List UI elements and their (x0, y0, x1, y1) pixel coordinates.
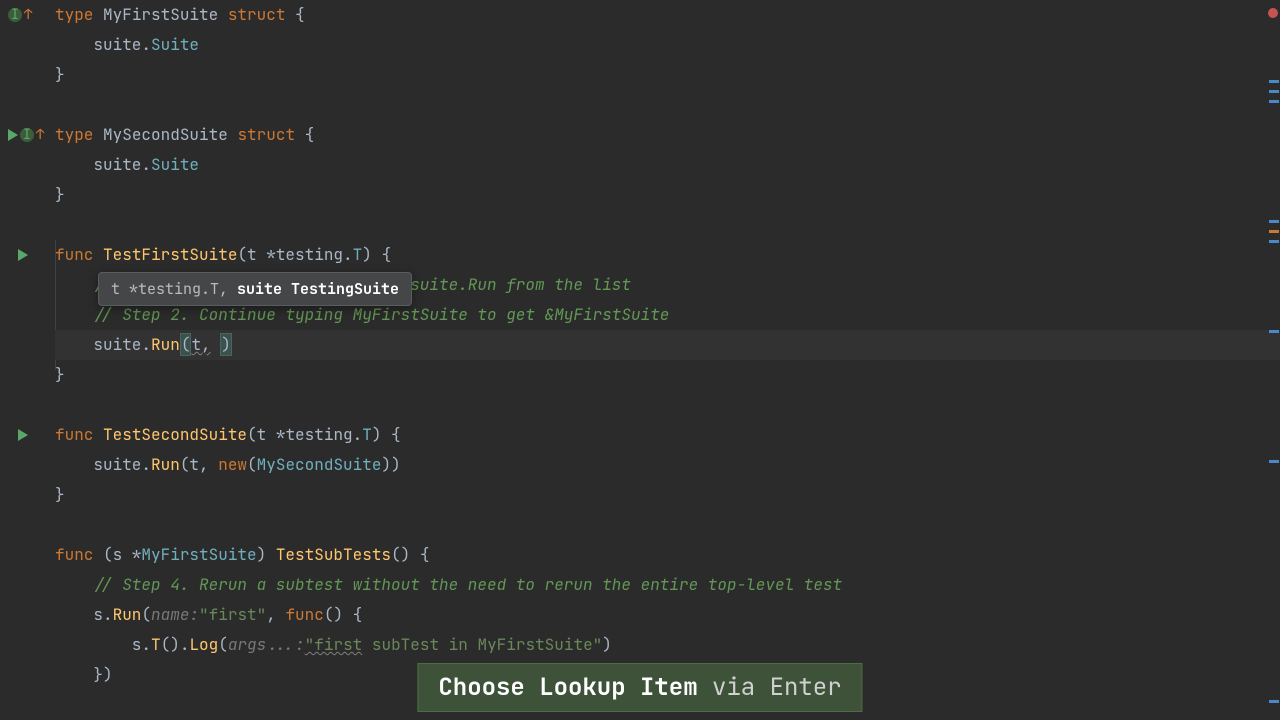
override-up-icon: ↑ (24, 6, 32, 24)
editor-gutter: I ↑ I ↑ (0, 0, 55, 720)
type-ref: MyFirstSuite (141, 544, 256, 565)
field: Suite (151, 154, 199, 175)
run-icon (18, 249, 28, 261)
error-stripe[interactable] (1269, 330, 1279, 333)
error-stripe[interactable] (1269, 100, 1279, 103)
tip-action: Choose Lookup Item (438, 672, 697, 703)
run-icon (18, 429, 28, 441)
gutter-run-func1[interactable] (0, 240, 55, 270)
error-stripe[interactable] (1269, 240, 1279, 243)
error-stripe[interactable] (1269, 90, 1279, 93)
keyword: new (218, 454, 247, 475)
type-ref: MySecondSuite (257, 454, 382, 475)
string: "first" (199, 604, 266, 625)
func-name: TestFirstSuite (103, 244, 237, 265)
field: Suite (151, 34, 199, 55)
gutter-run-struct1[interactable]: I ↑ (0, 0, 55, 30)
error-stripe[interactable] (1269, 80, 1279, 83)
error-indicator-icon[interactable] (1268, 8, 1278, 18)
keyword: func (55, 244, 93, 265)
presentation-tip: Choose Lookup Item via Enter (417, 663, 862, 712)
param-info-prev: t *testing.T, (111, 279, 228, 299)
code-editor[interactable]: I ↑ I ↑ type MyFirstSuite struct { suite… (0, 0, 1280, 720)
keyword: func (55, 424, 93, 445)
override-up-icon: ↑ (36, 126, 44, 144)
implements-icon: I (20, 128, 34, 142)
error-stripe[interactable] (1269, 700, 1279, 703)
keyword: func (55, 544, 93, 565)
func-name: TestSecondSuite (103, 424, 247, 445)
error-stripe[interactable] (1269, 230, 1279, 233)
param-hint: name: (151, 604, 199, 625)
param-info-current: suite TestingSuite (237, 279, 399, 299)
error-stripe[interactable] (1269, 220, 1279, 223)
param-hint: args...: (228, 634, 305, 655)
keyword: struct (228, 4, 286, 25)
keyword: struct (237, 124, 295, 145)
keyword: type (55, 4, 93, 25)
tip-tail: via Enter (698, 672, 842, 703)
type-name: MyFirstSuite (103, 4, 218, 25)
error-stripe[interactable] (1269, 460, 1279, 463)
type-name: MySecondSuite (103, 124, 228, 145)
parameter-info-popup: t *testing.T, suite TestingSuite (98, 272, 412, 306)
run-icon (8, 129, 18, 141)
gutter-run-struct2[interactable]: I ↑ (0, 120, 55, 150)
func-name: TestSubTests (276, 544, 391, 565)
keyword: type (55, 124, 93, 145)
implements-icon: I (8, 8, 22, 22)
error-stripe-bar[interactable] (1266, 0, 1280, 720)
comment: // Step 4. Rerun a subtest without the n… (93, 574, 842, 595)
gutter-run-func2[interactable] (0, 420, 55, 450)
comment: // Step 2. Continue typing MyFirstSuite … (93, 304, 669, 325)
code-content[interactable]: type MyFirstSuite struct { suite.Suite }… (55, 0, 1280, 720)
active-line[interactable]: suite.Run(t, ) (55, 330, 1280, 360)
